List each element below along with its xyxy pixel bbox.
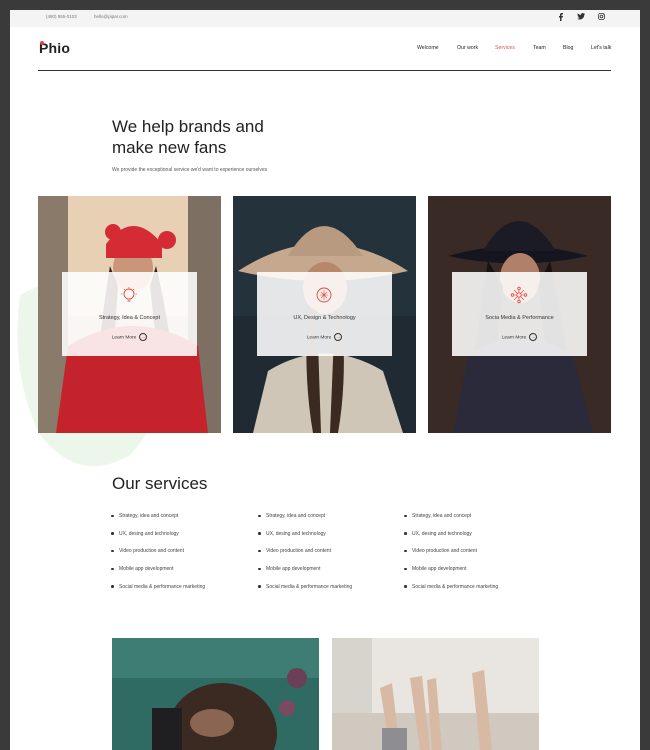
service-list-item: Social media & performance marketing	[258, 584, 408, 602]
arrow-right-icon: →	[529, 333, 538, 341]
service-list-item: Video production and content	[258, 548, 408, 566]
legs-photo	[332, 638, 539, 750]
card-title: Strategy, Idea & Concept	[98, 315, 161, 321]
nav-lets-talk[interactable]: Let's talk	[591, 45, 611, 51]
hero-title-line2: make new fans	[112, 138, 227, 157]
services-title: Our services	[112, 474, 208, 493]
network-icon	[510, 286, 528, 304]
twitter-icon[interactable]	[577, 13, 585, 22]
email-address[interactable]: hello@pipar.com	[94, 14, 128, 19]
hero-title-line1: We help brands and	[112, 117, 264, 136]
learn-more-link[interactable]: Learn More →	[62, 333, 197, 341]
services-column-2: Strategy, idea and concept UX, desing an…	[258, 513, 408, 601]
learn-more-label: Learn More	[111, 335, 137, 341]
arrow-right-icon: →	[334, 333, 343, 341]
page: (480) 555-0103 hello@pipar.com Phio Welc…	[10, 10, 640, 750]
service-list-item: Mobile app development	[258, 566, 408, 584]
camera-photo	[112, 638, 319, 750]
service-card-strategy[interactable]: Strategy, Idea & Concept Learn More →	[38, 196, 221, 433]
services-column-3: Strategy, idea and concept UX, desing an…	[404, 513, 554, 601]
arrow-right-icon: →	[139, 333, 148, 341]
service-list-item: UX, desing and technology	[404, 531, 554, 549]
service-list-item: Video production and content	[111, 548, 261, 566]
services-column-1: Strategy, idea and concept UX, desing an…	[111, 513, 261, 601]
service-list-item: Social media & performance marketing	[404, 584, 554, 602]
learn-more-label: Learn More	[306, 335, 332, 341]
header-divider	[38, 70, 611, 71]
nav-our-work[interactable]: Our work	[457, 45, 478, 51]
top-bar: (480) 555-0103 hello@pipar.com	[10, 10, 640, 27]
nav-services[interactable]: Services	[495, 45, 515, 51]
nav-team[interactable]: Team	[533, 45, 546, 51]
card-overlay: UX, Design & Technology Learn More →	[257, 272, 392, 356]
service-card-ux[interactable]: UX, Design & Technology Learn More →	[233, 196, 416, 433]
nav-welcome[interactable]: Welcome	[417, 45, 439, 51]
service-list-item: Social media & performance marketing	[111, 584, 261, 602]
card-overlay: Strategy, Idea & Concept Learn More →	[62, 272, 197, 356]
card-overlay: Socia Media & Performance Learn More →	[452, 272, 587, 356]
instagram-icon[interactable]	[598, 13, 605, 22]
service-list-item: Strategy, idea and concept	[404, 513, 554, 531]
learn-more-label: Learn More	[501, 335, 527, 341]
service-list-item: Mobile app development	[404, 566, 554, 584]
service-list-item: Video production and content	[404, 548, 554, 566]
design-icon	[316, 287, 332, 303]
service-card-social[interactable]: Socia Media & Performance Learn More →	[428, 196, 611, 433]
phone-number[interactable]: (480) 555-0103	[46, 14, 77, 19]
hero-subtitle: We provide the exceptional service we'd …	[112, 167, 268, 173]
learn-more-link[interactable]: Learn More →	[257, 333, 392, 341]
hero-title: We help brands and make new fans	[112, 116, 372, 158]
logo-dot	[40, 41, 44, 45]
bottom-image-legs	[332, 638, 539, 750]
learn-more-link[interactable]: Learn More →	[452, 333, 587, 341]
facebook-icon[interactable]	[558, 13, 564, 23]
bottom-image-camera	[112, 638, 319, 750]
service-list-item: Strategy, idea and concept	[111, 513, 261, 531]
card-title: UX, Design & Technology	[293, 315, 356, 321]
card-title: Socia Media & Performance	[485, 315, 554, 321]
logo[interactable]: Phio	[39, 40, 70, 56]
service-list-item: Mobile app development	[111, 566, 261, 584]
service-list-item: UX, desing and technology	[258, 531, 408, 549]
nav-blog[interactable]: Blog	[563, 45, 573, 51]
lightbulb-icon	[121, 287, 137, 302]
service-list-item: Strategy, idea and concept	[258, 513, 408, 531]
service-list-item: UX, desing and technology	[111, 531, 261, 549]
